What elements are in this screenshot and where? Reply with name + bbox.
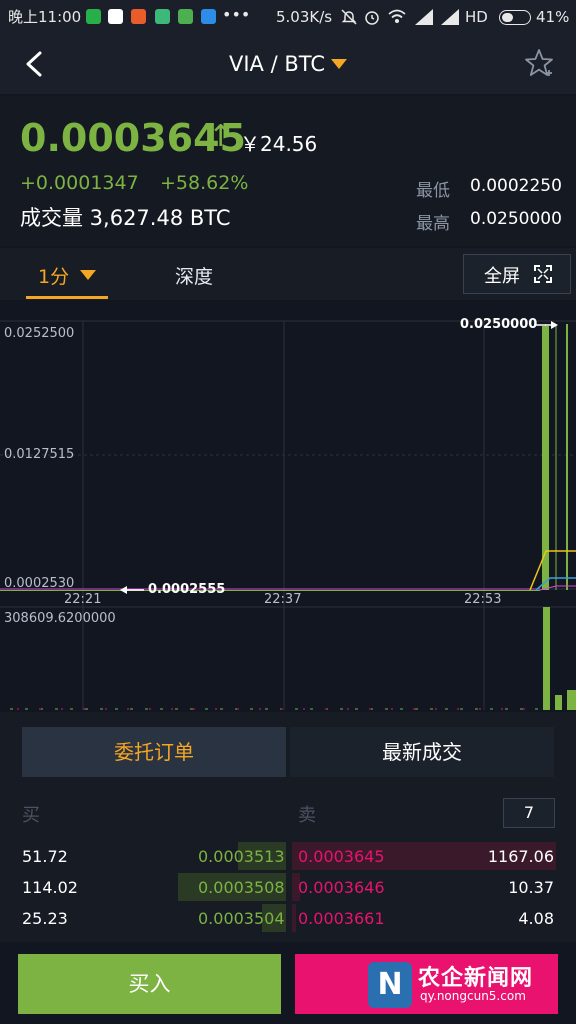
shop-app-icon <box>131 9 146 24</box>
wifi-icon <box>388 9 406 23</box>
max-price-label: 0.0250000 <box>460 317 538 332</box>
high-label: 最高 <box>416 214 450 234</box>
play-app-icon <box>155 9 170 24</box>
x-tick-3: 22:53 <box>464 592 502 607</box>
mute-icon <box>341 9 357 25</box>
ask-qty: 4.08 <box>518 909 554 928</box>
fullscreen-button[interactable]: 全屏 <box>463 254 571 294</box>
wechat-icon <box>86 9 101 24</box>
ask-qty: 1167.06 <box>487 847 554 866</box>
video-app-icon <box>178 9 193 24</box>
price-change: +0.0001347 <box>20 172 139 194</box>
tab-depth[interactable]: 深度 <box>175 262 213 289</box>
ask-price[interactable]: 0.0003645 <box>298 847 385 866</box>
tab-orders[interactable]: 委托订单 <box>22 727 286 777</box>
network-speed: 5.03K/s <box>276 8 333 26</box>
chart-tabs: 1分 深度 全屏 <box>0 248 576 300</box>
cloud-app-icon <box>201 9 216 24</box>
candle-spike-2 <box>566 324 568 590</box>
favorite-star-icon[interactable] <box>524 48 554 78</box>
ask-price[interactable]: 0.0003646 <box>298 878 385 897</box>
buy-column-label: 买 <box>22 805 40 826</box>
signal-icon-2 <box>441 9 459 25</box>
kline-chart[interactable]: 0.0252500 0.0127515 0.0002530 22:21 22:3… <box>0 302 576 712</box>
low-label: 最低 <box>416 181 450 201</box>
bid-price[interactable]: 0.0003504 <box>198 909 285 928</box>
bid-qty: 51.72 <box>22 847 68 866</box>
y-tick-top: 0.0252500 <box>4 326 75 341</box>
sell-column-label: 卖 <box>298 805 316 826</box>
pair-title[interactable]: VIA / BTC <box>229 52 325 76</box>
b-app-icon <box>108 9 123 24</box>
min-price-label: 0.0002555 <box>148 582 226 597</box>
interval-dropdown-icon <box>80 270 96 280</box>
bid-price[interactable]: 0.0003508 <box>198 878 285 897</box>
watermark-logo: N 农企新闻网 qy.nongcun5.com <box>368 960 568 1012</box>
low-value: 0.0002250 <box>470 176 562 196</box>
volume-bars <box>543 607 576 710</box>
network-type: HD <box>465 8 488 26</box>
trade-actions: 买入 N 农企新闻网 qy.nongcun5.com <box>0 942 576 1024</box>
bid-price[interactable]: 0.0003513 <box>198 847 285 866</box>
volume-bar <box>543 607 550 710</box>
chart-svg <box>0 320 576 710</box>
bid-qty: 114.02 <box>22 878 78 897</box>
max-arrow-head <box>551 321 558 329</box>
price-cny: ￥24.56 <box>240 132 318 156</box>
x-tick-2: 22:37 <box>264 592 302 607</box>
back-icon[interactable] <box>22 50 46 78</box>
pair-dropdown-icon[interactable] <box>331 59 348 69</box>
buy-button[interactable]: 买入 <box>18 954 281 1014</box>
signal-icon-1 <box>415 9 433 25</box>
ask-qty: 10.37 <box>508 878 554 897</box>
volume-bar <box>567 690 576 710</box>
price-up-arrow: ↑ <box>208 119 234 154</box>
x-tick-1: 22:21 <box>64 592 102 607</box>
volume-bar <box>555 695 562 710</box>
min-arrow-head <box>120 586 127 594</box>
nav-bar: VIA / BTC <box>0 34 576 94</box>
battery-icon <box>499 10 531 25</box>
status-time: 晚上11:00 <box>8 8 82 26</box>
y-tick-mid: 0.0127515 <box>4 447 75 462</box>
tab-latest-trades[interactable]: 最新成交 <box>290 727 554 777</box>
tab-interval-label: 1分 <box>38 266 70 288</box>
battery-percent: 41% <box>536 8 570 26</box>
ticker-panel: 0.0003645 ↑ ￥24.56 +0.0001347 +58.62% 成交… <box>0 96 576 246</box>
more-notifications-icon: ••• <box>222 5 251 24</box>
expand-icon <box>534 265 552 283</box>
volume-24h: 成交量 3,627.48 BTC <box>20 206 231 230</box>
alarm-icon <box>365 11 379 25</box>
bid-qty: 25.23 <box>22 909 68 928</box>
price-change-percent: +58.62% <box>160 172 249 194</box>
tab-active-indicator <box>26 296 108 299</box>
order-book: 委托订单 最新成交 买 卖 7 51.72 0.0003513 0.000364… <box>0 712 576 942</box>
volume-max-label: 308609.6200000 <box>4 611 116 626</box>
ask-price[interactable]: 0.0003661 <box>298 909 385 928</box>
ask-depth-bar <box>292 904 296 932</box>
ma1-line <box>529 550 576 591</box>
tab-interval[interactable]: 1分 <box>26 248 108 300</box>
y-tick-bottom: 0.0002530 <box>4 576 75 591</box>
high-value: 0.0250000 <box>470 209 562 229</box>
status-bar: 晚上11:00 ••• 5.03K/s HD 41% <box>0 0 576 34</box>
fullscreen-label: 全屏 <box>484 266 520 287</box>
depth-select[interactable]: 7 <box>503 798 555 828</box>
